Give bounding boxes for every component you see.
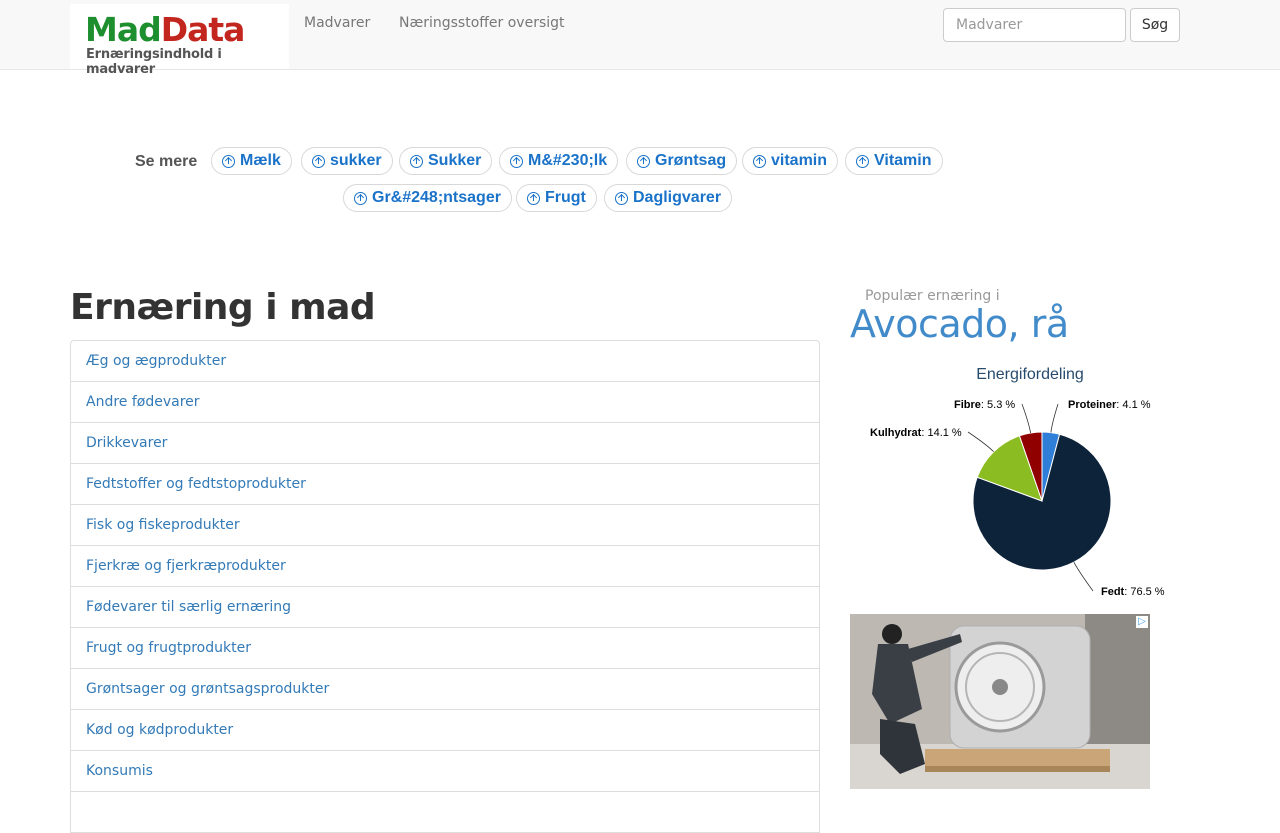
category-list-item[interactable]: Fjerkræ og fjerkræprodukter	[71, 546, 819, 587]
pie-label-name: Proteiner	[1068, 399, 1117, 411]
category-list-item[interactable]: Kød og kødprodukter	[71, 710, 819, 751]
tag-link[interactable]: M&#230;lk	[499, 147, 619, 175]
category-list: Æg og ægprodukter Andre fødevarer Drikkeva…	[70, 340, 820, 833]
pie-connector-fibre	[1021, 403, 1031, 434]
category-list-item[interactable]: Æg og ægprodukter	[71, 341, 819, 382]
tag-link[interactable]: Grøntsag	[626, 147, 738, 175]
category-list-item[interactable]	[71, 792, 819, 833]
pie-label-name: Fibre	[954, 399, 981, 411]
chart-title: Energifordeling	[976, 366, 1084, 383]
search-input[interactable]	[943, 8, 1126, 42]
pie-label-kulhydrat: Kulhydrat: 14.1 %	[870, 427, 962, 439]
pie-label-value: : 5.3 %	[981, 399, 1015, 411]
search-button[interactable]: Søg	[1130, 8, 1180, 42]
top-navbar: MadData Ernæringsindhold i madvarer Madv…	[0, 0, 1280, 77]
circle-arrow-up-icon	[510, 154, 523, 168]
tag-link[interactable]: Gr&#248;ntsager	[343, 184, 512, 212]
adchoices-icon[interactable]: ▷	[1136, 616, 1148, 628]
category-list-item[interactable]: Frugt og frugtprodukter	[71, 628, 819, 669]
pie-connector-kulhydrat	[967, 431, 994, 453]
category-list-item[interactable]: Drikkevarer	[71, 423, 819, 464]
category-list-item[interactable]: Konsumis	[71, 751, 819, 792]
tag-link[interactable]: vitamin	[742, 147, 839, 175]
category-list-item[interactable]: Andre fødevarer	[71, 382, 819, 423]
circle-arrow-up-icon	[615, 191, 628, 205]
tag-label: Gr&#248;ntsager	[372, 189, 501, 206]
circle-arrow-up-icon	[222, 154, 235, 168]
circle-arrow-up-icon	[856, 154, 869, 168]
pie-label-name: Fedt	[1101, 586, 1125, 598]
tag-label: M&#230;lk	[528, 152, 608, 169]
nav-link-naeringsstoffer[interactable]: Næringsstoffer oversigt	[399, 15, 565, 31]
pie-chart-svg: Energifordeling Proteiner: 4.1 % Fedt: 76…	[870, 366, 1165, 598]
circle-arrow-up-icon	[527, 191, 540, 205]
category-list-item[interactable]: Grøntsager og grøntsagsprodukter	[71, 669, 819, 710]
circle-arrow-up-icon	[354, 191, 367, 205]
circle-arrow-up-icon	[312, 154, 325, 168]
popular-food-link[interactable]: Avocado, rå	[850, 302, 1069, 346]
tag-label: Frugt	[545, 189, 586, 206]
brand-tagline: Ernæringsindhold i madvarer	[86, 47, 222, 77]
tag-label: vitamin	[771, 152, 828, 169]
tag-label: Sukker	[428, 152, 482, 169]
category-list-item[interactable]: Fedtstoffer og fedtstoprodukter	[71, 464, 819, 505]
brand-logo[interactable]: MadData Ernæringsindhold i madvarer	[70, 4, 289, 77]
circle-arrow-up-icon	[410, 154, 423, 168]
category-list-item[interactable]: Fødevarer til særlig ernæring	[71, 587, 819, 628]
energy-pie-chart: Energifordeling Proteiner: 4.1 % Fedt: 76…	[850, 355, 1180, 605]
tag-label: Grøntsag	[655, 152, 727, 169]
tag-label: Mælk	[240, 152, 281, 169]
ad-photo	[850, 614, 1150, 789]
circle-arrow-up-icon	[753, 154, 766, 168]
tag-link[interactable]: Dagligvarer	[604, 184, 733, 212]
nav-link-madvarer[interactable]: Madvarer	[304, 15, 370, 31]
page-title: Ernæring i mad	[70, 287, 376, 328]
pie-label-proteiner: Proteiner: 4.1 %	[1068, 399, 1151, 411]
pie-label-value: : 14.1 %	[921, 427, 962, 439]
pie-label-value: : 4.1 %	[1116, 399, 1150, 411]
tag-link[interactable]: Sukker	[399, 147, 493, 175]
pie-connector-proteiner	[1050, 403, 1059, 433]
pie-label-fedt: Fedt: 76.5 %	[1101, 586, 1165, 598]
pie-label-name: Kulhydrat	[870, 427, 922, 439]
brand-wordmark: MadData	[85, 10, 245, 49]
see-more-label: Se mere	[135, 153, 198, 170]
pie-label-value: : 76.5 %	[1124, 586, 1165, 598]
tag-link[interactable]: sukker	[301, 147, 393, 175]
tag-label: Vitamin	[874, 152, 932, 169]
tag-link[interactable]: Frugt	[516, 184, 597, 212]
tag-link[interactable]: Mælk	[211, 147, 292, 175]
circle-arrow-up-icon	[637, 154, 650, 168]
advertisement-image[interactable]: ▷	[850, 614, 1150, 789]
tag-link[interactable]: Vitamin	[845, 147, 943, 175]
pie-label-fibre: Fibre: 5.3 %	[954, 399, 1015, 411]
pie-connector-fedt	[1073, 561, 1094, 592]
tag-label: Dagligvarer	[633, 189, 722, 206]
tag-label: sukker	[330, 152, 382, 169]
category-list-item[interactable]: Fisk og fiskeprodukter	[71, 505, 819, 546]
